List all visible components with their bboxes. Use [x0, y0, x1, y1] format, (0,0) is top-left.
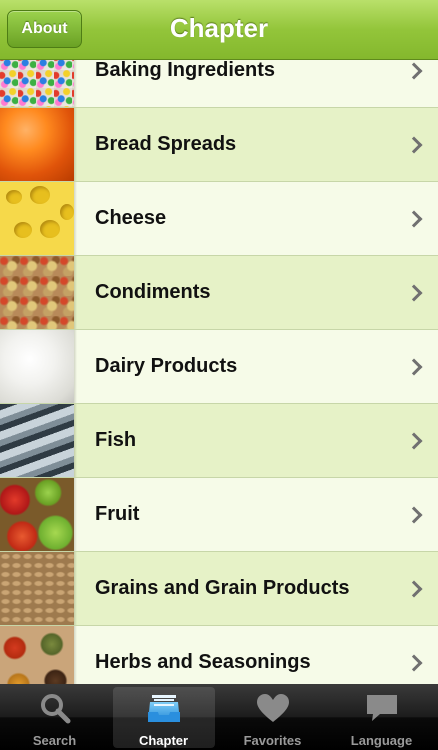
- heart-icon: [256, 694, 289, 722]
- chevron-right-icon: [405, 654, 423, 671]
- tab-favorites[interactable]: Favorites: [218, 684, 327, 750]
- page-title: Chapter: [169, 13, 269, 43]
- tab-bar: Search Chapter Favorites Language: [0, 684, 438, 750]
- chevron-right-icon: [405, 506, 423, 523]
- tab-label: Search: [32, 733, 77, 748]
- thumbnail-image: [0, 256, 74, 329]
- chevron-right-icon: [405, 62, 423, 79]
- chevron-right-icon: [405, 284, 423, 301]
- chevron-right-icon: [405, 358, 423, 375]
- list-item-label: Fish: [95, 429, 137, 451]
- tab-label: Chapter: [138, 733, 189, 748]
- tab-label: Favorites: [243, 733, 302, 748]
- list-item[interactable]: Grains and Grain Products: [0, 552, 438, 626]
- thumbnail-image: [0, 478, 74, 551]
- list-item[interactable]: Condiments: [0, 256, 438, 330]
- list-item[interactable]: Fish: [0, 404, 438, 478]
- list-item-label: Dairy Products: [95, 355, 238, 377]
- chevron-right-icon: [405, 580, 423, 597]
- list-item-label: Bread Spreads: [95, 133, 237, 155]
- list-item-label: Cheese: [95, 207, 167, 229]
- tab-search[interactable]: Search: [0, 684, 109, 750]
- list-item[interactable]: Bread Spreads: [0, 108, 438, 182]
- list-item-label: Condiments: [95, 281, 211, 303]
- inbox-tray-icon: [147, 695, 180, 722]
- thumbnail-image: [0, 182, 74, 255]
- list-item[interactable]: Cheese: [0, 182, 438, 256]
- thumbnail-image: [0, 108, 74, 181]
- list-item[interactable]: Dairy Products: [0, 330, 438, 404]
- list-item-label: Fruit: [95, 503, 140, 525]
- tab-language[interactable]: Language: [327, 684, 436, 750]
- list-item[interactable]: Herbs and Seasonings: [0, 626, 438, 684]
- chapter-list: Baking Ingredients Bread Spreads Cheese …: [0, 34, 438, 684]
- chevron-right-icon: [405, 210, 423, 227]
- list-item-label: Baking Ingredients: [95, 59, 276, 81]
- navigation-bar: About Chapter: [0, 0, 438, 60]
- chevron-right-icon: [405, 136, 423, 153]
- thumbnail-image: [0, 626, 74, 684]
- search-icon: [40, 694, 70, 724]
- tab-chapter[interactable]: Chapter: [109, 684, 218, 750]
- list-item-label: Herbs and Seasonings: [95, 651, 311, 673]
- thumbnail-image: [0, 552, 74, 625]
- chevron-right-icon: [405, 432, 423, 449]
- speech-bubble-icon: [366, 695, 397, 721]
- thumbnail-image: [0, 330, 74, 403]
- thumbnail-image: [0, 404, 74, 477]
- tab-label: Language: [350, 733, 413, 748]
- list-item[interactable]: Fruit: [0, 478, 438, 552]
- list-item-label: Grains and Grain Products: [95, 577, 350, 599]
